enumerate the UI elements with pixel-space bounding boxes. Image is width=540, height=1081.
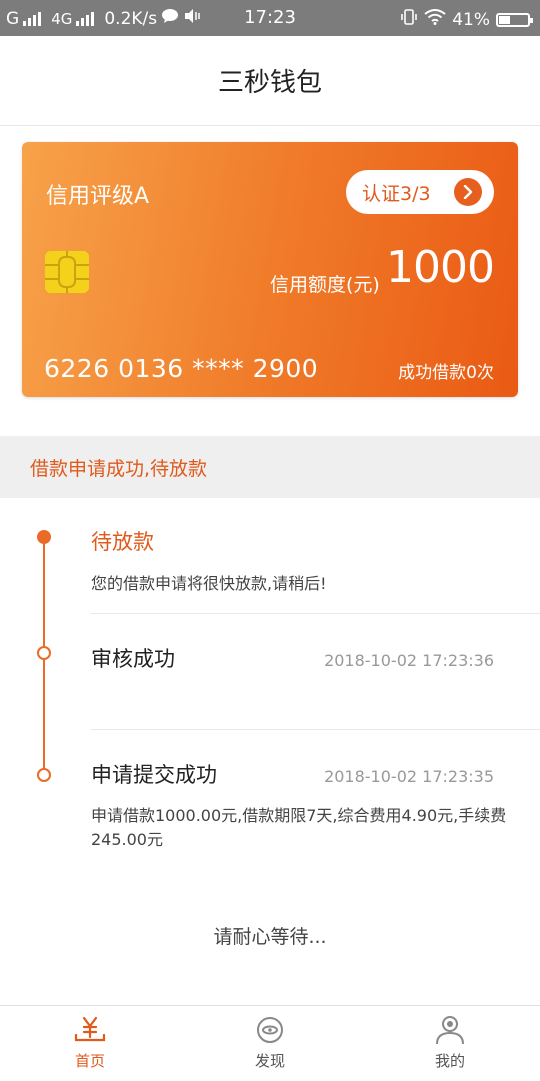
- tab-discover[interactable]: 发现: [180, 1006, 360, 1081]
- step-time: 2018-10-02 17:23:36: [324, 651, 494, 670]
- battery-percent: 41%: [452, 9, 490, 30]
- loan-status-text: 借款申请成功,待放款: [30, 457, 208, 480]
- timeline-dot: [37, 646, 51, 660]
- status-right: 41%: [400, 8, 533, 31]
- tab-label: 首页: [74, 1052, 105, 1070]
- certification-label: 认证3/3: [362, 182, 431, 205]
- step-description: 您的借款申请将很快放款,请稍后!: [91, 574, 327, 593]
- successful-loan-count: 成功借款0次: [398, 363, 494, 383]
- timeline-dot: [37, 768, 51, 782]
- bottom-tab-bar: 首页 发现 我的: [0, 1005, 540, 1080]
- wait-message: 请耐心等待...: [213, 926, 327, 948]
- status-bar: G 4G 0.2K/s 17:23 41%: [0, 0, 540, 36]
- loan-status-banner: 借款申请成功,待放款: [0, 436, 540, 498]
- chevron-right-icon: [454, 178, 482, 206]
- step-title: 申请提交成功: [91, 763, 217, 787]
- wifi-icon: [424, 9, 446, 30]
- user-profile-icon: [434, 1014, 466, 1046]
- credit-limit-amount: 1000: [386, 242, 495, 293]
- step-title: 待放款: [91, 530, 154, 554]
- step-title: 审核成功: [91, 647, 175, 671]
- credit-rating: 信用评级A: [46, 184, 150, 209]
- credit-card: 信用评级A 认证3/3 信用额度(元) 1000 6226 0136 **** …: [22, 142, 518, 397]
- yen-home-icon: [73, 1014, 107, 1046]
- credit-limit-label: 信用额度(元): [270, 274, 380, 296]
- certification-button[interactable]: 认证3/3: [346, 170, 494, 214]
- card-chip-icon: [45, 251, 89, 293]
- tab-home[interactable]: 首页: [0, 1006, 180, 1081]
- app-header: 三秒钱包: [0, 36, 540, 126]
- tab-profile[interactable]: 我的: [360, 1006, 540, 1081]
- card-number: 6226 0136 **** 2900: [44, 354, 319, 383]
- tab-label: 发现: [254, 1052, 285, 1070]
- page-title: 三秒钱包: [217, 68, 322, 98]
- step-time: 2018-10-02 17:23:35: [324, 767, 494, 786]
- timeline-dot-active: [37, 530, 51, 544]
- tab-label: 我的: [434, 1052, 465, 1070]
- divider: [91, 613, 540, 614]
- divider: [91, 729, 540, 730]
- discover-eye-icon: [255, 1014, 285, 1046]
- battery-icon: [496, 12, 533, 27]
- vibrate-icon: [400, 8, 418, 31]
- step-description: 申请借款1000.00元,借款期限7天,综合费用4.90元,手续费245.00元: [91, 806, 507, 849]
